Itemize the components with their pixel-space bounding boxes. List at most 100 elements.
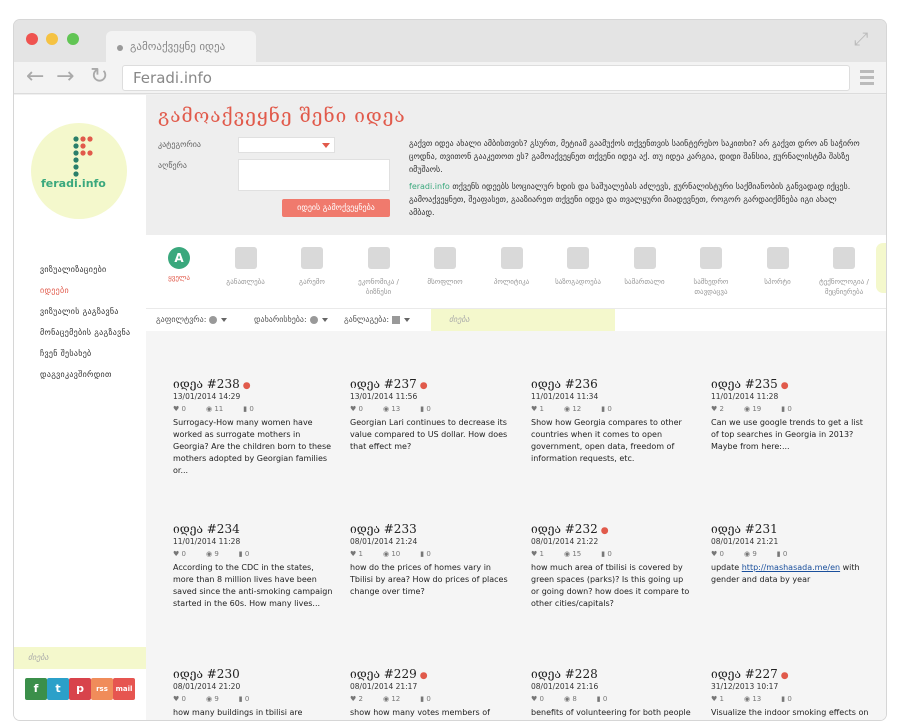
idea-title[interactable]: იდეა #227 ●: [711, 667, 871, 681]
twitter-icon[interactable]: t: [47, 678, 69, 700]
browser-window: გამოაქვეყნე იდეა ⤢ ← → ↻ Feradi.info fer…: [14, 20, 886, 720]
layout-dropdown[interactable]: განლაგება:: [344, 315, 411, 324]
likes-count: 0: [181, 405, 186, 413]
likes-stat[interactable]: ♥ 0: [711, 550, 734, 558]
idea-title[interactable]: იდეა #230: [173, 667, 333, 681]
likes-stat[interactable]: ♥ 2: [711, 405, 734, 413]
likes-stat[interactable]: ♥ 1: [531, 550, 554, 558]
idea-stats: ♥ 2 ◉ 12 ▮ 0: [350, 695, 510, 703]
browser-menu-icon[interactable]: [860, 70, 874, 88]
category-tab[interactable]: სპორტი: [745, 247, 811, 287]
ideas-search-input[interactable]: ძიება: [431, 309, 615, 331]
location-pin-icon: ●: [242, 381, 251, 391]
idea-title-text: იდეა #235: [711, 377, 778, 391]
likes-stat[interactable]: ♥ 2: [350, 695, 373, 703]
address-bar[interactable]: Feradi.info: [122, 65, 850, 91]
category-select[interactable]: [238, 137, 335, 153]
views-stat: ◉ 19: [743, 405, 762, 413]
email-icon[interactable]: mail: [113, 678, 135, 700]
likes-stat[interactable]: ♥ 0: [350, 405, 373, 413]
facebook-icon[interactable]: f: [25, 678, 47, 700]
likes-stat[interactable]: ♥ 0: [173, 405, 196, 413]
sort-dropdown[interactable]: დახარისხება:: [254, 315, 328, 324]
reload-icon[interactable]: ↻: [90, 64, 108, 90]
chevron-down-icon: [221, 317, 228, 322]
sidebar-item-send-data[interactable]: მონაცემების გაგზავნა: [40, 328, 130, 349]
category-tab[interactable]: ტექნოლოგია / მეცნიერება: [811, 247, 877, 297]
category-label: საზოგადოება: [555, 278, 601, 286]
idea-title[interactable]: იდეა #234: [173, 522, 333, 536]
idea-link[interactable]: http://mashasada.me/en: [742, 563, 840, 572]
comments-count: 0: [426, 695, 431, 703]
views-count: 15: [572, 550, 582, 558]
category-tab[interactable]: ეკონომიკა / ბიზნესი: [346, 247, 412, 297]
category-tab[interactable]: საზოგადოება: [545, 247, 611, 287]
category-tab[interactable]: მსოფლიო: [412, 247, 478, 287]
sidebar-item-about[interactable]: ჩვენ შესახებ: [40, 349, 130, 370]
idea-title[interactable]: იდეა #228: [531, 667, 691, 681]
idea-card[interactable]: იდეა #236 11/01/2014 11:34 ♥ 1 ◉ 12 ▮ 0 Show …: [531, 377, 691, 465]
views-stat: ◉ 12: [382, 695, 401, 703]
description-textarea[interactable]: [238, 159, 390, 191]
idea-stats: ♥ 0 ◉ 11 ▮ 0: [173, 405, 333, 413]
sidebar-item-ideas[interactable]: იდეები: [40, 286, 130, 307]
publish-idea-button[interactable]: იდეის გამოქვეყნება: [282, 199, 390, 217]
category-label: ეკონომიკა / ბიზნესი: [358, 278, 399, 296]
idea-date: 08/01/2014 21:22: [531, 537, 599, 546]
idea-stats: ♥ 0 ◉ 8 ▮ 0: [531, 695, 691, 703]
close-window-button[interactable]: [26, 33, 38, 45]
category-tab[interactable]: გარემო: [279, 247, 345, 287]
forward-arrow-icon[interactable]: →: [56, 64, 74, 90]
likes-stat[interactable]: ♥ 0: [173, 550, 196, 558]
pinterest-icon[interactable]: p: [69, 678, 91, 700]
maximize-window-button[interactable]: [67, 33, 79, 45]
minimize-window-button[interactable]: [46, 33, 58, 45]
category-tab[interactable]: Aყველა: [146, 247, 212, 283]
page-content: feradi.info ვიზუალიზაციები იდეები ვიზუალ…: [14, 95, 886, 720]
idea-card[interactable]: იდეა #233 08/01/2014 21:24 ♥ 1 ◉ 10 ▮ 0 how d…: [350, 522, 510, 598]
idea-card[interactable]: იდეა #230 08/01/2014 21:20 ♥ 0 ◉ 9 ▮ 0 how ma…: [173, 667, 333, 720]
idea-card[interactable]: იდეა #227 ● 31/12/2013 10:17 ♥ 1 ◉ 13 ▮ 0 Visu…: [711, 667, 871, 720]
idea-title[interactable]: იდეა #237 ●: [350, 377, 510, 391]
idea-card[interactable]: იდეა #238 ● 13/01/2014 14:29 ♥ 0 ◉ 11 ▮ 0 Surr…: [173, 377, 333, 477]
category-tab[interactable]: განათლება: [213, 247, 279, 287]
idea-card[interactable]: იდეა #229 ● 08/01/2014 21:17 ♥ 2 ◉ 12 ▮ 0 show…: [350, 667, 510, 720]
fullscreen-icon[interactable]: ⤢: [854, 31, 872, 49]
likes-stat[interactable]: ♥ 0: [531, 695, 554, 703]
idea-title[interactable]: იდეა #235 ●: [711, 377, 871, 391]
idea-text: update http://mashasada.me/en with gende…: [711, 562, 871, 586]
idea-card[interactable]: იდეა #231 08/01/2014 21:21 ♥ 0 ◉ 9 ▮ 0 update…: [711, 522, 871, 586]
idea-card[interactable]: იდეა #232 ● 08/01/2014 21:22 ♥ 1 ◉ 15 ▮ 0 how …: [531, 522, 691, 610]
filter-dropdown[interactable]: გაფილტვრა:: [156, 315, 228, 324]
likes-stat[interactable]: ♥ 1: [711, 695, 734, 703]
idea-title[interactable]: იდეა #231: [711, 522, 871, 536]
sidebar-item-visualizations[interactable]: ვიზუალიზაციები: [40, 265, 130, 286]
category-tab[interactable]: პოლიტიკა: [479, 247, 545, 287]
category-next-arrow-icon[interactable]: [876, 243, 886, 293]
site-logo[interactable]: [31, 123, 127, 219]
idea-date: 08/01/2014 21:17: [350, 682, 418, 691]
likes-stat[interactable]: ♥ 0: [173, 695, 196, 703]
idea-title[interactable]: იდეა #236: [531, 377, 691, 391]
idea-title[interactable]: იდეა #233: [350, 522, 510, 536]
likes-stat[interactable]: ♥ 1: [350, 550, 373, 558]
likes-stat[interactable]: ♥ 1: [531, 405, 554, 413]
sidebar-item-send-visual[interactable]: ვიზუალის გაგზავნა: [40, 307, 130, 328]
likes-count: 2: [358, 695, 363, 703]
idea-title[interactable]: იდეა #238 ●: [173, 377, 333, 391]
idea-card[interactable]: იდეა #234 11/01/2014 11:28 ♥ 0 ◉ 9 ▮ 0 Accord…: [173, 522, 333, 610]
rss-icon[interactable]: rss: [91, 678, 113, 700]
browser-tab[interactable]: გამოაქვეყნე იდეა: [106, 31, 256, 62]
category-label: განათლება: [226, 278, 265, 286]
idea-title[interactable]: იდეა #229 ●: [350, 667, 510, 681]
idea-title[interactable]: იდეა #232 ●: [531, 522, 691, 536]
idea-card[interactable]: იდეა #237 ● 13/01/2014 11:56 ♥ 0 ◉ 13 ▮ 0 Geor…: [350, 377, 510, 453]
category-tab[interactable]: სამხედრო თავდაცვა: [678, 247, 744, 297]
category-tab[interactable]: სამართალი: [612, 247, 678, 287]
back-arrow-icon[interactable]: ←: [26, 64, 44, 90]
idea-card[interactable]: იდეა #235 ● 11/01/2014 11:28 ♥ 2 ◉ 19 ▮ 0 Can …: [711, 377, 871, 453]
sidebar-search-input[interactable]: ძიება: [14, 647, 146, 669]
intro-brand-link[interactable]: feradi.info: [409, 182, 450, 191]
sidebar-item-contact[interactable]: დაგვიკავშირდით: [40, 370, 130, 391]
idea-card[interactable]: იდეა #228 08/01/2014 21:16 ♥ 0 ◉ 8 ▮ 0 benefi…: [531, 667, 691, 720]
